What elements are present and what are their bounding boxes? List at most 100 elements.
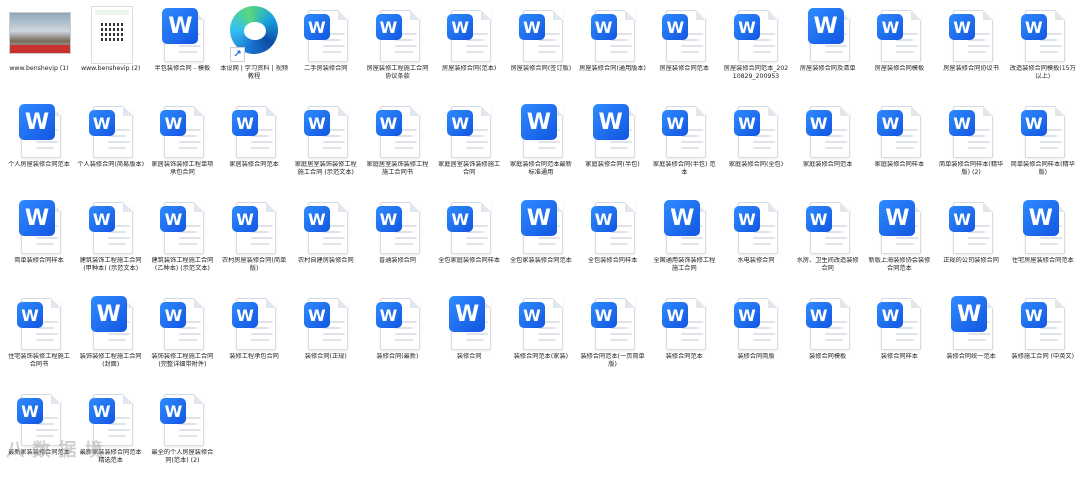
wps-document-icon: W	[15, 294, 63, 350]
desktop-icon[interactable]: W 家庭居室装饰装修工程施工合同 (示范文本)	[291, 98, 361, 194]
wps-document-icon: W	[302, 294, 350, 350]
desktop-icon[interactable]: W 装修合同统一范本	[936, 290, 1006, 386]
wps-logo-icon: W	[879, 200, 916, 236]
desktop-icon[interactable]: W 住宅房屋装修合同范本	[1008, 194, 1078, 290]
desktop-icon[interactable]: W 装修合同模板	[793, 290, 863, 386]
desktop-icon[interactable]: W 装饰装修工程施工合同(完整详细带附件)	[147, 290, 217, 386]
desktop-icon[interactable]: W 装修合同样本	[864, 290, 934, 386]
desktop-icon[interactable]: W 建筑装饰工程施工合同 (乙种本) (示范文本)	[147, 194, 217, 290]
desktop-icon-label: 简单装修合同样本	[14, 257, 64, 264]
wps-document-icon: W	[589, 294, 637, 350]
desktop-icon[interactable]: W 装修合同(最新)	[363, 290, 433, 386]
wps-document-icon: W	[302, 102, 350, 158]
desktop-icon[interactable]: W 房屋装修合同模板	[864, 2, 934, 98]
desktop-icon[interactable]: W 家居装饰装修工程单项承包合同	[147, 98, 217, 194]
desktop-icon[interactable]: W 水房、卫生间改造装修合同	[793, 194, 863, 290]
wps-document-icon: W	[947, 102, 995, 158]
desktop-icon[interactable]: www.benshevip (2)	[76, 2, 146, 98]
desktop-icon[interactable]: W 最新家装装修合同范本	[4, 386, 74, 482]
desktop-icon[interactable]: W 简单装修合同样本(精华版)	[1008, 98, 1078, 194]
desktop-icon-label: 最全的个人房屋装修合同(范本) (2)	[151, 449, 214, 464]
desktop-icon-label: 房屋装修合同及清单	[799, 65, 856, 72]
desktop-icon-label: 装修工程承包合同	[229, 353, 279, 360]
desktop-icon[interactable]: W 个人房屋装修合同范本	[4, 98, 74, 194]
wps-logo-icon: W	[375, 302, 402, 328]
desktop-icon[interactable]: W 家庭装修合同样本	[864, 98, 934, 194]
desktop-icon[interactable]: www.benshevip (1)	[4, 2, 74, 98]
desktop-area: www.benshevip (1) www.benshevip (2) W 半包装修合…	[0, 0, 1080, 466]
desktop-icon[interactable]: W 新版上海装修协会装修合同范本	[864, 194, 934, 290]
desktop-icon[interactable]: W 简单装修合同样本(精华版) (2)	[936, 98, 1006, 194]
wps-logo-icon: W	[520, 200, 557, 236]
desktop-icon[interactable]: W 简单装修合同样本	[4, 194, 74, 290]
desktop-icon[interactable]: W 个人装修合同(简易版本)	[76, 98, 146, 194]
desktop-icon[interactable]: W 装修合同(正规)	[291, 290, 361, 386]
desktop-icon[interactable]: W 房屋装修合同(范本)	[434, 2, 504, 98]
desktop-icon[interactable]: W 装修合同	[434, 290, 504, 386]
wps-document-icon: W	[87, 102, 135, 158]
desktop-icon-label: 新版上海装修协会装修合同范本	[868, 257, 931, 272]
desktop-icon[interactable]: W 水电装修合同	[721, 194, 791, 290]
desktop-icon[interactable]: W 家庭装修合同(全包)	[721, 98, 791, 194]
desktop-icon[interactable]: W 装修工程承包合同	[219, 290, 289, 386]
desktop-icon-label: 装修合同	[456, 353, 482, 360]
desktop-icon[interactable]: W 装修合同简版	[721, 290, 791, 386]
wps-document-icon: W	[660, 102, 708, 158]
desktop-icon[interactable]: W 家庭居室装饰装修施工合同	[434, 98, 504, 194]
desktop-icon[interactable]: W 家庭居室装饰装修工程施工合同书	[363, 98, 433, 194]
desktop-icon[interactable]: W 最全的个人房屋装修合同(范本) (2)	[147, 386, 217, 482]
wps-logo-icon: W	[303, 206, 330, 232]
desktop-icon-label: 装修施工合同 (中英文)	[1011, 353, 1075, 360]
desktop-icon[interactable]: W 全国通用装饰装修工程施工合同	[649, 194, 719, 290]
desktop-icon[interactable]: W 全包装修合同样本	[578, 194, 648, 290]
desktop-icon-label: 正规的公司装修合同	[943, 257, 999, 264]
desktop-icon[interactable]: W 正规的公司装修合同	[936, 194, 1006, 290]
desktop-icon[interactable]: W 普通装修合同	[363, 194, 433, 290]
desktop-icon[interactable]: W 房屋装修合同(通用版本)	[578, 2, 648, 98]
wps-logo-icon: W	[375, 110, 402, 136]
wps-logo-icon: W	[1020, 110, 1047, 136]
desktop-icon-label: www.benshevip (2)	[81, 65, 141, 72]
desktop-icon-label: 全包家装装修合同范本	[509, 257, 572, 264]
wps-logo-icon: W	[877, 302, 904, 328]
desktop-icon[interactable]: W 装修合同范本(一页简单版)	[578, 290, 648, 386]
desktop-icon[interactable]: W 农村自建房装修合同	[291, 194, 361, 290]
desktop-icon[interactable]: W 最新家装装修合同范本精选范本	[76, 386, 146, 482]
desktop-icon[interactable]: W 家庭装修合同范本最新标准通用	[506, 98, 576, 194]
wps-document-icon: W	[804, 6, 852, 62]
desktop-icon-label: 全包装修合同样本	[587, 257, 638, 264]
desktop-icon[interactable]: W 装饰装修工程施工合同 (封面)	[76, 290, 146, 386]
desktop-icon[interactable]: W 家庭装修合同(半包)	[578, 98, 648, 194]
desktop-icon[interactable]: W 全包家装装修合同范本	[506, 194, 576, 290]
wps-document-icon: W	[230, 294, 278, 350]
desktop-icon[interactable]: W 改造装修合同模板(15万以上)	[1008, 2, 1078, 98]
desktop-icon[interactable]: W 装修合同范本	[649, 290, 719, 386]
desktop-icon[interactable]: W 家庭装修合同(半包) 范本	[649, 98, 719, 194]
desktop-icon[interactable]: ↗ 本设网 | 学习资料 | 视频教程	[219, 2, 289, 98]
desktop-icon[interactable]: W 房屋装修合同协议书	[936, 2, 1006, 98]
desktop-icon[interactable]: W 农村房屋装修合同(简单版)	[219, 194, 289, 290]
wps-document-icon: W	[875, 294, 923, 350]
desktop-icon[interactable]: W 装修合同范本(家装)	[506, 290, 576, 386]
desktop-icon[interactable]: W 房屋装修合同(签订版)	[506, 2, 576, 98]
desktop-icon[interactable]: W 住宅装饰装修工程施工合同书	[4, 290, 74, 386]
shortcut-arrow-icon: ↗	[230, 47, 246, 62]
desktop-icon-label: 房屋装修工程施工合同协议条款	[366, 65, 429, 80]
desktop-icon[interactable]: W 半包装修合同 - 模板	[147, 2, 217, 98]
desktop-icon[interactable]: W 房屋装修工程施工合同协议条款	[363, 2, 433, 98]
desktop-icon[interactable]: W 家庭装修合同范本	[793, 98, 863, 194]
desktop-icon[interactable]: W 建筑装饰工程施工合同 (甲种本) (示范文本)	[76, 194, 146, 290]
wps-logo-icon: W	[303, 14, 330, 40]
desktop-icon[interactable]: W 房屋装修合同范本_20210829_200953	[721, 2, 791, 98]
desktop-icon[interactable]: W 房屋装修合同范本	[649, 2, 719, 98]
desktop-icon[interactable]: W 家居装修合同范本	[219, 98, 289, 194]
wps-logo-icon: W	[662, 302, 689, 328]
wps-document-icon: W	[158, 102, 206, 158]
desktop-icon[interactable]: W 二手房装修合同	[291, 2, 361, 98]
desktop-icon[interactable]: W 房屋装修合同及清单	[793, 2, 863, 98]
desktop-icon[interactable]: W 装修施工合同 (中英文)	[1008, 290, 1078, 386]
desktop-icon-label: 普通装修合同	[378, 257, 417, 264]
desktop-icon[interactable]: W 全包家庭装修合同样本	[434, 194, 504, 290]
wps-logo-icon: W	[88, 206, 115, 232]
wps-document-icon: W	[660, 294, 708, 350]
